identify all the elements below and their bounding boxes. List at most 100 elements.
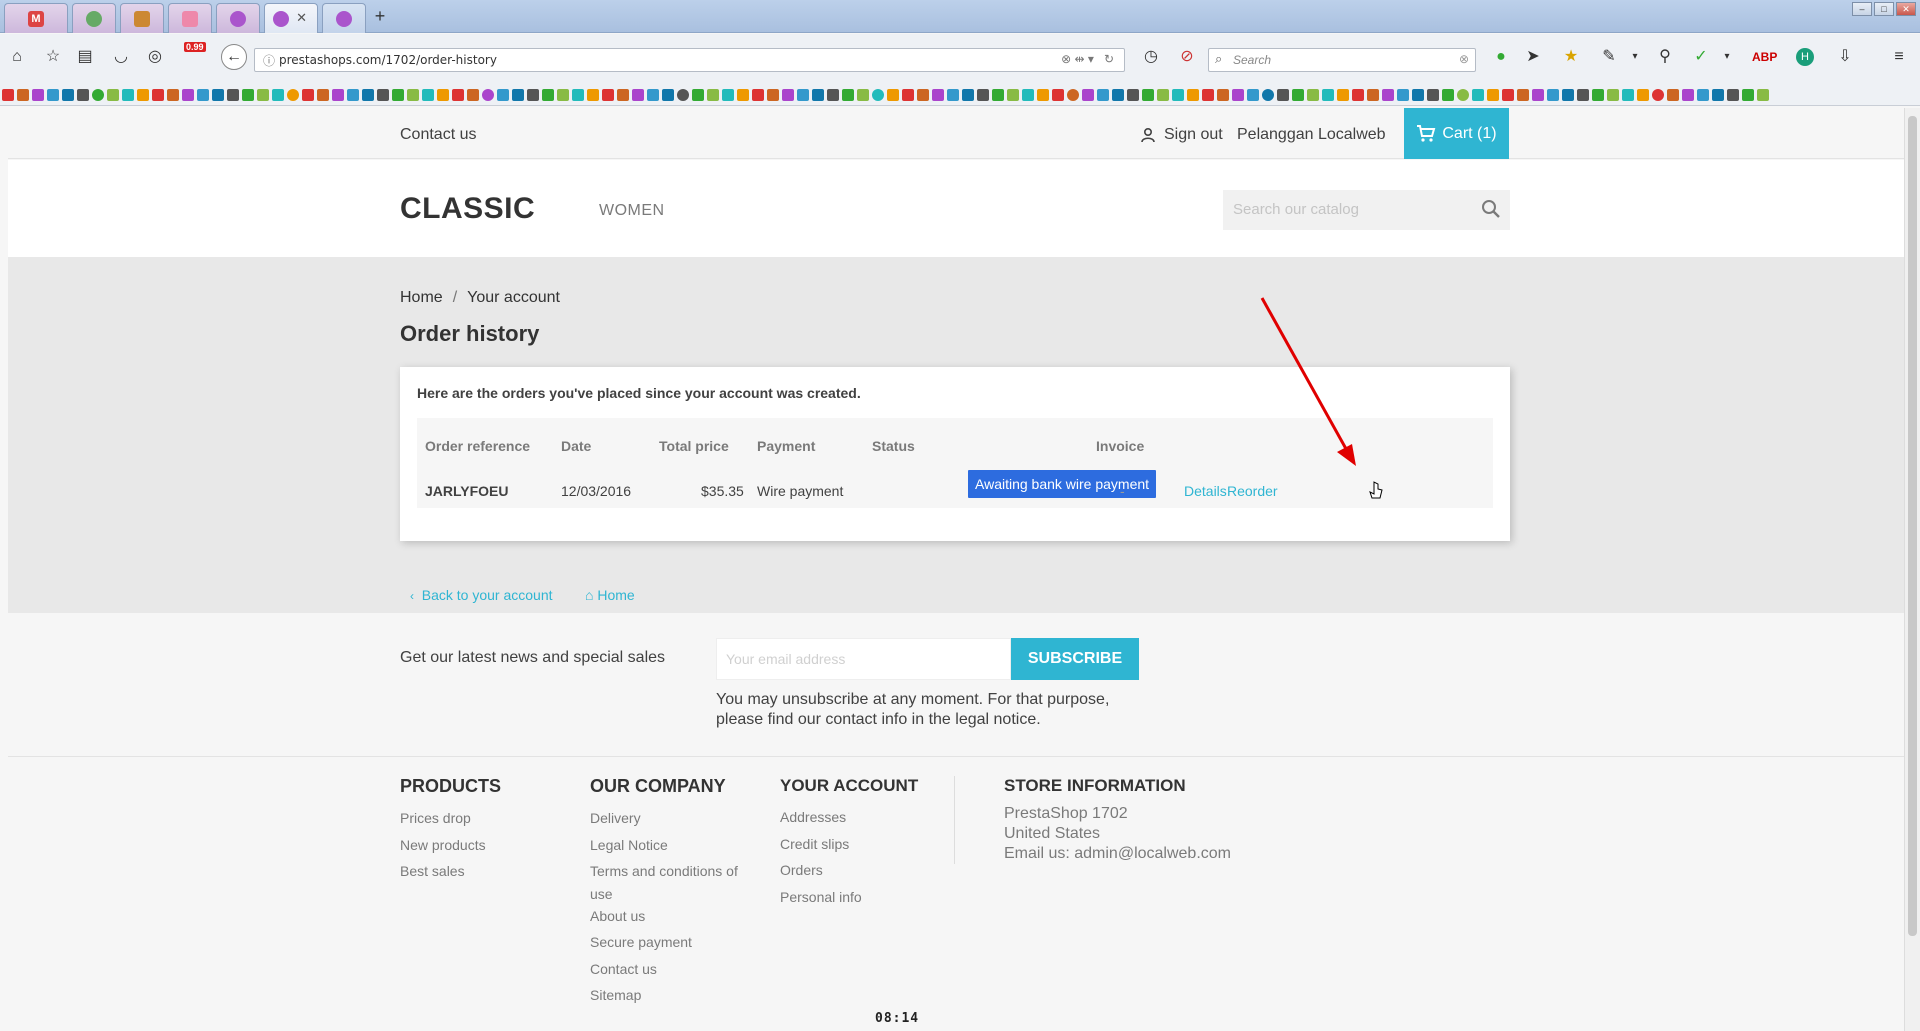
bookmark-icon[interactable] <box>827 88 839 101</box>
bookmark-icon[interactable] <box>932 88 944 101</box>
bookmark-icon[interactable] <box>362 88 374 101</box>
bookmark-icon[interactable] <box>1712 88 1724 101</box>
bookmark-icon[interactable] <box>1517 88 1529 101</box>
bookmark-icon[interactable] <box>572 88 584 101</box>
footer-link[interactable]: Secure payment <box>590 929 738 956</box>
bookmark-icon[interactable] <box>107 88 119 101</box>
bookmark-icon[interactable] <box>602 88 614 101</box>
bookmark-icon[interactable] <box>1667 88 1679 101</box>
bookmark-icon[interactable] <box>1292 88 1304 101</box>
download-icon[interactable]: ⇩ <box>1834 46 1856 68</box>
bookmark-icon[interactable] <box>1262 88 1274 101</box>
bookmark-icon[interactable] <box>77 88 89 101</box>
extension-icon[interactable]: ✓ <box>1690 46 1712 68</box>
bookmark-icon[interactable] <box>1307 88 1319 101</box>
bookmark-icon[interactable] <box>1217 88 1229 101</box>
bookmark-icon[interactable] <box>962 88 974 101</box>
footer-link[interactable]: Terms and conditions of <box>590 858 738 885</box>
bookmark-icon[interactable] <box>197 88 209 101</box>
bookmark-icon[interactable] <box>122 88 134 101</box>
bookmark-icon[interactable] <box>1127 88 1139 101</box>
adblock-icon[interactable]: ABP <box>1752 46 1777 68</box>
contact-us-link[interactable]: Contact us <box>400 126 476 144</box>
bookmark-icon[interactable] <box>167 88 179 101</box>
bookmark-icon[interactable] <box>1397 88 1409 101</box>
bookmark-icon[interactable] <box>662 88 674 101</box>
footer-link[interactable]: Orders <box>780 857 918 884</box>
footer-link[interactable]: About us <box>590 903 738 930</box>
account-name-link[interactable]: Pelanggan Localweb <box>1237 126 1386 144</box>
home-icon[interactable]: ⌂ <box>6 46 28 68</box>
bookmark-icon[interactable] <box>1052 88 1064 101</box>
bookmark-icon[interactable] <box>272 88 284 101</box>
bookmark-icon[interactable] <box>1037 88 1049 101</box>
bookmark-icon[interactable] <box>557 88 569 101</box>
bookmark-icon[interactable] <box>1637 88 1649 101</box>
bookmark-icon[interactable] <box>857 88 869 101</box>
bookmark-icon[interactable] <box>1382 88 1394 101</box>
bookmark-icon[interactable] <box>947 88 959 101</box>
sync-icon[interactable]: ◎ <box>144 46 166 68</box>
bookmark-icon[interactable] <box>212 88 224 101</box>
bookmark-icon[interactable] <box>422 88 434 101</box>
bookmark-icon[interactable] <box>1112 88 1124 101</box>
browser-tab-2[interactable] <box>72 3 116 33</box>
footer-link[interactable]: use <box>590 885 738 903</box>
footer-link[interactable]: Credit slips <box>780 831 918 858</box>
bookmark-icon[interactable] <box>1067 88 1079 101</box>
history-icon[interactable]: ◷ <box>1140 46 1162 68</box>
menu-item-women[interactable]: WOMEN <box>599 202 665 220</box>
pin-icon[interactable]: ⚲ <box>1654 46 1676 68</box>
bookmark-icon[interactable] <box>1607 88 1619 101</box>
bookmark-icon[interactable] <box>512 88 524 101</box>
bookmark-icon[interactable] <box>182 88 194 101</box>
bookmark-icon[interactable] <box>227 88 239 101</box>
bookmark-icon[interactable] <box>527 88 539 101</box>
bookmark-icon[interactable] <box>302 88 314 101</box>
bookmark-icon[interactable] <box>842 88 854 101</box>
bookmark-icon[interactable] <box>1757 88 1769 101</box>
email-field[interactable]: Your email address <box>716 638 1011 680</box>
bookmark-icon[interactable] <box>587 88 599 101</box>
bookmark-icon[interactable] <box>497 88 509 101</box>
browser-tab-gmail[interactable]: M <box>4 3 68 33</box>
bookmark-icon[interactable] <box>752 88 764 101</box>
dropdown-icon[interactable]: ▾ <box>1716 46 1738 68</box>
bookmark-icon[interactable] <box>1742 88 1754 101</box>
bookmark-icon[interactable] <box>332 88 344 101</box>
back-to-account-link[interactable]: ‹ Back to your account <box>410 587 553 603</box>
bookmark-icon[interactable] <box>977 88 989 101</box>
store-email[interactable]: Email us: admin@localweb.com <box>1004 844 1231 864</box>
browser-tab-4[interactable] <box>168 3 212 33</box>
bookmark-icon[interactable] <box>1277 88 1289 101</box>
bookmark-icon[interactable] <box>92 88 104 101</box>
bookmark-icon[interactable] <box>692 88 704 101</box>
bookmark-icon[interactable] <box>1157 88 1169 101</box>
pocket-icon[interactable]: ◡ <box>110 46 132 68</box>
bookmark-icon[interactable] <box>1487 88 1499 101</box>
browser-search[interactable]: ⌕ Search ⊗ <box>1208 48 1476 72</box>
favorites-icon[interactable]: ★ <box>1560 46 1582 68</box>
new-tab-button[interactable]: + <box>368 5 392 29</box>
subscribe-button[interactable]: SUBSCRIBE <box>1011 638 1139 680</box>
bookmark-icon[interactable] <box>377 88 389 101</box>
cart-button[interactable]: Cart (1) <box>1404 108 1509 159</box>
maximize-icon[interactable]: □ <box>1874 2 1894 16</box>
bookmark-icon[interactable] <box>17 88 29 101</box>
bookmark-icon[interactable] <box>1022 88 1034 101</box>
bookmark-icon[interactable] <box>767 88 779 101</box>
bookmark-icon[interactable] <box>917 88 929 101</box>
reorder-link[interactable]: Reorder <box>1227 483 1278 499</box>
bookmark-icon[interactable] <box>647 88 659 101</box>
bookmark-icon[interactable] <box>467 88 479 101</box>
tools-icon[interactable]: ✎ <box>1598 46 1620 68</box>
bookmark-icon[interactable] <box>62 88 74 101</box>
bookmark-icon[interactable] <box>1322 88 1334 101</box>
bookmark-icon[interactable] <box>887 88 899 101</box>
bookmark-icon[interactable] <box>1202 88 1214 101</box>
bookmark-icon[interactable] <box>257 88 269 101</box>
bookmark-icon[interactable] <box>1577 88 1589 101</box>
url-controls[interactable]: ⊗ ⇹ ▾ ↻ <box>1061 52 1114 66</box>
bookmark-icon[interactable] <box>1562 88 1574 101</box>
bookmark-icon[interactable] <box>1007 88 1019 101</box>
